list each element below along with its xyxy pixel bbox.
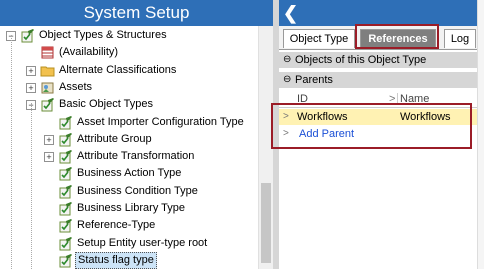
tree-node[interactable]: Reference-Type bbox=[0, 217, 258, 234]
pencil-check-icon bbox=[58, 184, 73, 199]
tree-node[interactable]: + Assets bbox=[0, 79, 258, 96]
pin-icon: ⊖ bbox=[283, 74, 292, 85]
expand-icon[interactable]: + bbox=[44, 152, 54, 163]
tree-node-label[interactable]: Basic Object Types bbox=[57, 96, 155, 113]
tree-node-label[interactable]: Business Condition Type bbox=[75, 183, 200, 200]
tab-object-type[interactable]: Object Type bbox=[283, 29, 355, 48]
section-objects-of-type[interactable]: ⊖ Objects of this Object Type bbox=[279, 52, 484, 68]
pencil-check-icon bbox=[58, 115, 73, 130]
tree-node[interactable]: + Attribute Transformation bbox=[0, 148, 258, 165]
tree-node-label[interactable]: Object Types & Structures bbox=[37, 27, 169, 44]
expand-icon[interactable]: + bbox=[26, 82, 36, 93]
panel-title: System Setup bbox=[0, 0, 273, 26]
tree-node-label[interactable]: Business Action Type bbox=[75, 165, 183, 182]
system-setup-panel: System Setup − Object Types & Structures(… bbox=[0, 0, 273, 269]
tree-node-label[interactable]: Assets bbox=[57, 79, 94, 96]
parents-highlight-box bbox=[271, 103, 472, 149]
tree-node-label[interactable]: Status flag type bbox=[75, 251, 157, 269]
tree-node-label[interactable]: Attribute Group bbox=[75, 131, 154, 148]
pencil-check-icon bbox=[58, 132, 73, 147]
right-edge-strip bbox=[477, 0, 484, 269]
pencil-check-icon bbox=[40, 97, 55, 112]
tree-node-label[interactable]: Setup Entity user-type root bbox=[75, 235, 209, 252]
tree-node[interactable]: − Basic Object Types bbox=[0, 96, 258, 113]
tree-node[interactable]: Status flag type bbox=[0, 251, 258, 269]
tree-node-label[interactable]: Business Library Type bbox=[75, 200, 187, 217]
back-icon[interactable]: ❮ bbox=[283, 3, 298, 23]
collapse-arrow-icon: ⊖ bbox=[283, 54, 292, 65]
tree-node[interactable]: + Attribute Group bbox=[0, 131, 258, 148]
tree-node-label[interactable]: Attribute Transformation bbox=[75, 148, 196, 165]
tree-node[interactable]: Business Condition Type bbox=[0, 183, 258, 200]
tree-connector bbox=[31, 103, 32, 269]
pencil-check-icon bbox=[58, 236, 73, 251]
tree-node-label[interactable]: (Availability) bbox=[57, 44, 120, 61]
pencil-check-icon bbox=[20, 28, 35, 43]
tree-node[interactable]: Business Library Type bbox=[0, 200, 258, 217]
pencil-check-icon bbox=[58, 166, 73, 181]
pencil-check-icon bbox=[58, 218, 73, 233]
details-header: ❮ bbox=[279, 0, 484, 26]
folder-icon bbox=[40, 63, 55, 78]
tree-node[interactable]: (Availability) bbox=[0, 44, 258, 61]
tree-connector bbox=[11, 35, 12, 269]
references-tab-highlight bbox=[355, 24, 439, 49]
pencil-check-icon bbox=[58, 149, 73, 164]
pencil-check-icon bbox=[58, 201, 73, 216]
tree-node-label[interactable]: Asset Importer Configuration Type bbox=[75, 114, 246, 131]
tree-node-label[interactable]: Reference-Type bbox=[75, 217, 157, 234]
tree-node[interactable]: − Object Types & Structures bbox=[0, 27, 258, 44]
empty-area bbox=[279, 143, 484, 269]
tree-node[interactable]: + Alternate Classifications bbox=[0, 62, 258, 79]
expand-icon[interactable]: + bbox=[26, 65, 36, 76]
expand-icon[interactable]: + bbox=[44, 134, 54, 145]
tree-node[interactable]: Business Action Type bbox=[0, 165, 258, 182]
tab-log[interactable]: Log bbox=[444, 29, 476, 48]
scrollbar-thumb[interactable] bbox=[261, 183, 271, 263]
section-parents[interactable]: ⊖ Parents bbox=[279, 72, 484, 88]
tree-node[interactable]: Asset Importer Configuration Type bbox=[0, 114, 258, 131]
object-tree: − Object Types & Structures (Availability)… bbox=[0, 26, 258, 269]
asset-icon bbox=[40, 80, 55, 95]
tree-node[interactable]: Setup Entity user-type root bbox=[0, 235, 258, 252]
table-icon bbox=[40, 45, 55, 60]
pencil-check-icon bbox=[58, 253, 73, 268]
tree-node-label[interactable]: Alternate Classifications bbox=[57, 62, 178, 79]
